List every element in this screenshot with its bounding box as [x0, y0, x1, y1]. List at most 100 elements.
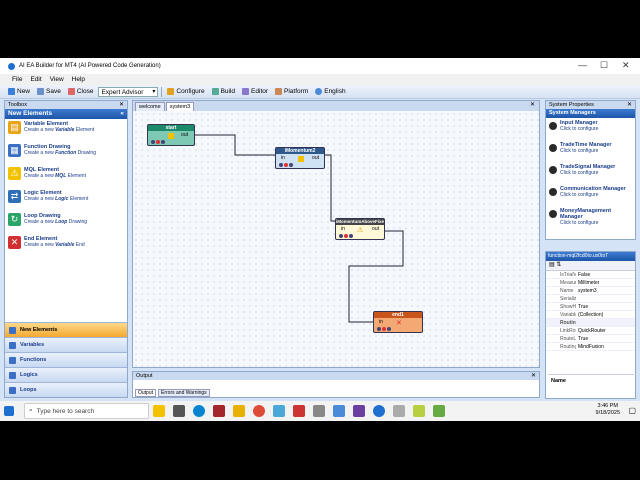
port-dot [161, 140, 165, 144]
toolbox-item[interactable]: ⚠ MQL Element Create a new MQL Element [5, 165, 127, 188]
menu-edit[interactable]: Edit [30, 76, 41, 83]
menu-file[interactable]: File [12, 76, 22, 83]
app-icon-5[interactable] [393, 405, 405, 417]
spark-icon[interactable] [153, 405, 165, 417]
property-description: Name [548, 374, 634, 396]
property-row[interactable]: Name system3 [546, 287, 635, 295]
port-dot [151, 140, 155, 144]
collapse-icon[interactable]: « [120, 109, 124, 119]
node-imomentum2[interactable]: iMomentum2 in out [275, 147, 325, 169]
search-icon: ⌕ [29, 407, 33, 414]
property-row[interactable]: RoutingIMindFusion [546, 343, 635, 351]
property-row[interactable]: IsTrialVeFalse [546, 271, 635, 279]
close-window-icon[interactable]: ✕ [622, 60, 630, 71]
title-bar: AI EA Builder for MT4 (AI Powered Code G… [0, 58, 640, 74]
property-row[interactable]: Routing [546, 319, 635, 327]
toolbox-close-icon[interactable]: ✕ [119, 101, 124, 109]
system-manager-item[interactable]: MoneyManagement Manager Click to configur… [546, 206, 635, 228]
filezilla-icon[interactable] [293, 405, 305, 417]
node-imomentum-above-fixed[interactable]: iMomentumAboveFixed in ⚠ out [335, 218, 385, 240]
windows-start-icon[interactable] [4, 406, 14, 416]
system-manager-item[interactable]: Input Manager Click to configure [546, 118, 635, 140]
platform-icon [275, 88, 283, 95]
toolbox-category[interactable]: New Elements [5, 322, 127, 337]
close-tab-icon[interactable]: ✕ [530, 101, 535, 108]
toolbox-item[interactable]: ▤ Variable Element Create a new Variable… [5, 119, 127, 142]
system-manager-item[interactable]: TradeSignal Manager Click to configure [546, 162, 635, 184]
manager-icon [549, 210, 557, 218]
save-button[interactable]: Save [35, 88, 63, 95]
toolbox-item-icon: ⇄ [8, 190, 21, 203]
toolbox-item[interactable]: ✕ End Element Create a new Variable End [5, 234, 127, 257]
editor-button[interactable]: Editor [240, 88, 270, 95]
language-button[interactable]: English [313, 88, 347, 95]
category-icon [9, 326, 16, 334]
configure-button[interactable]: Configure [165, 88, 206, 95]
notification-icon[interactable]: ▢ [628, 406, 636, 415]
file-explorer-icon[interactable] [233, 405, 245, 417]
toolbar-separator [161, 86, 163, 97]
toolbox-item[interactable]: ⇄ Logic Element Create a new Logic Eleme… [5, 188, 127, 211]
toolbox-item[interactable]: ▦ Function Drawing Create a new Function… [5, 142, 127, 165]
tab-errors-warnings[interactable]: Errors and Warnings [158, 389, 210, 397]
toolbox-header: Toolbox ✕ [5, 101, 127, 109]
port-dot [387, 327, 391, 331]
build-button[interactable]: Build [210, 88, 237, 95]
property-row[interactable]: MeasurerMillimeter [546, 279, 635, 287]
toolbox-category[interactable]: Logics [5, 367, 127, 382]
app-icon-7[interactable] [433, 405, 445, 417]
tab-welcome[interactable]: welcome [135, 102, 165, 111]
port-dot [289, 163, 293, 167]
design-canvas[interactable]: start out iMomentum2 in out iMomentumAbo… [133, 111, 539, 367]
toolbox-category[interactable]: Loops [5, 382, 127, 397]
property-row[interactable]: Variable(Collection) [546, 311, 635, 319]
manager-icon [549, 122, 557, 130]
app-icon-3[interactable] [333, 405, 345, 417]
mode-dropdown[interactable]: Expert Advisor [98, 86, 159, 97]
app-icon-6[interactable] [413, 405, 425, 417]
onenote-icon[interactable] [213, 405, 225, 417]
toolbox-panel: Toolbox ✕ New Elements « ▤ Variable Elemen… [4, 100, 128, 398]
visual-studio-icon[interactable] [353, 405, 365, 417]
port-dot [339, 234, 343, 238]
edge-icon[interactable] [193, 405, 205, 417]
new-icon [8, 88, 15, 95]
toolbox-item-desc: Create a new Variable End [24, 242, 85, 248]
property-row[interactable]: RouteLirTrue [546, 335, 635, 343]
system-manager-item[interactable]: TradeTime Manager Click to configure [546, 140, 635, 162]
app-icon-2[interactable] [313, 405, 325, 417]
chrome-icon[interactable] [253, 405, 265, 417]
new-button[interactable]: New [6, 88, 32, 95]
node-end1[interactable]: end1 in ✕ [373, 311, 423, 333]
search-input[interactable]: ⌕ Type here to search [24, 403, 149, 419]
system-manager-item[interactable]: Communication Manager Click to configure [546, 184, 635, 206]
menu-help[interactable]: Help [72, 76, 85, 83]
menu-view[interactable]: View [50, 76, 64, 83]
minimize-icon[interactable]: — [578, 60, 587, 70]
toolbox-section-header: New Elements « [5, 109, 127, 119]
system-clock[interactable]: 3:46 PM 9/18/2025 [596, 403, 620, 417]
tab-system3[interactable]: system3 [165, 102, 195, 111]
toolbox-category[interactable]: Variables [5, 337, 127, 352]
output-close-icon[interactable]: ✕ [531, 372, 536, 380]
tab-output[interactable]: Output [135, 389, 157, 397]
system-properties-close-icon[interactable]: ✕ [627, 101, 632, 109]
system-managers-list: Input Manager Click to configure TradeTime… [546, 118, 635, 228]
property-row[interactable]: LinkRouQuickRouter [546, 327, 635, 335]
close-button[interactable]: Close [66, 88, 96, 95]
app-icon [8, 62, 15, 70]
property-row[interactable]: Serialize [546, 295, 635, 303]
app-icon-1[interactable] [273, 405, 285, 417]
property-row[interactable]: ShowHoTrue [546, 303, 635, 311]
menu-bar: File Edit View Help [0, 74, 640, 85]
node-start[interactable]: start out [147, 124, 195, 146]
sort-icon[interactable]: ▤ ⇅ [549, 262, 561, 268]
task-view-icon[interactable] [173, 405, 185, 417]
platform-button[interactable]: Platform [273, 88, 310, 95]
output-header: Output ✕ [133, 372, 539, 380]
end-icon: ✕ [396, 320, 402, 327]
app-icon-4[interactable] [373, 405, 385, 417]
toolbox-item[interactable]: ↻ Loop Drawing Create a new Loop Drawing [5, 211, 127, 234]
maximize-icon[interactable]: ☐ [600, 60, 608, 71]
toolbox-category[interactable]: Functions [5, 352, 127, 367]
